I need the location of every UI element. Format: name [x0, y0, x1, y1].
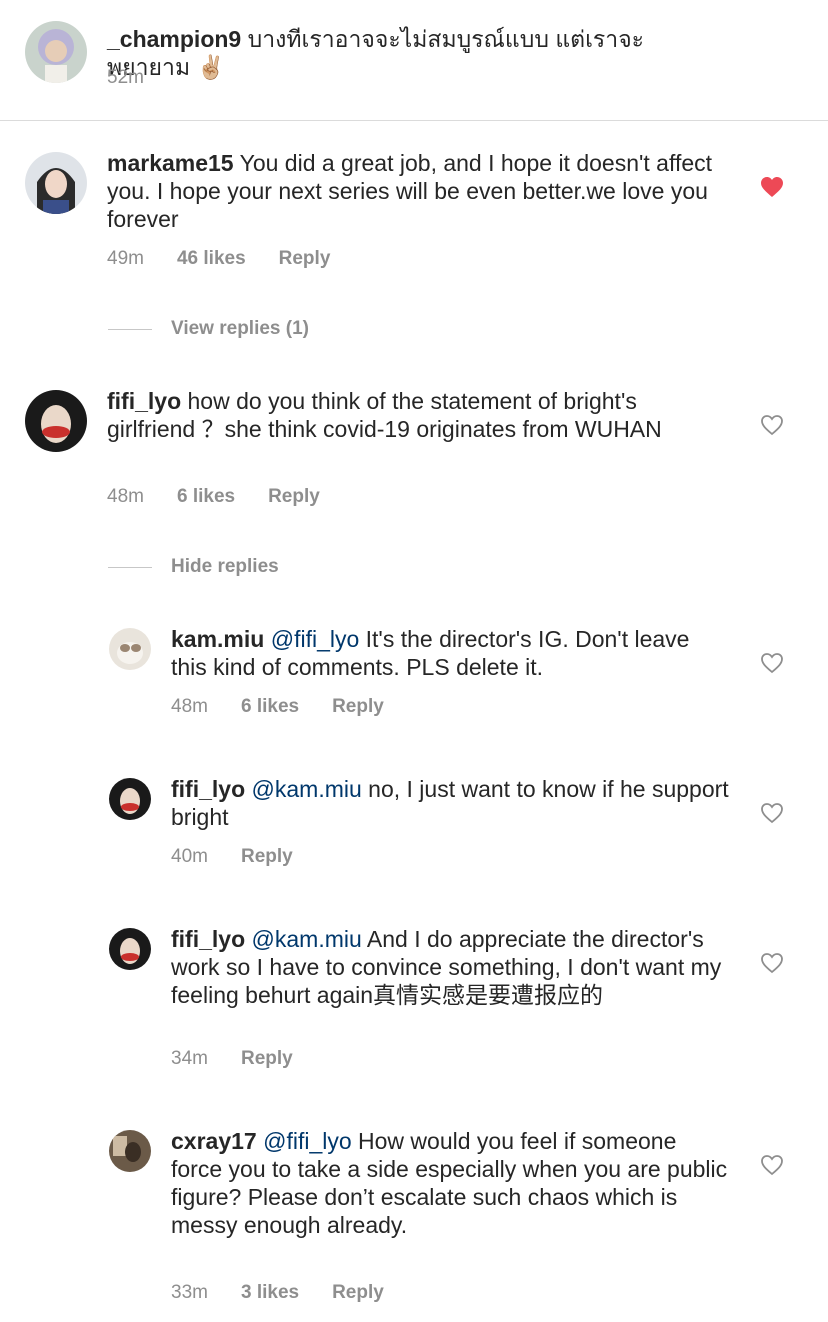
- toggle-label: Hide replies: [171, 556, 279, 577]
- reply-button[interactable]: Reply: [332, 1282, 384, 1304]
- avatar-fifi-lyo[interactable]: [109, 778, 151, 820]
- username[interactable]: fifi_lyo: [171, 776, 245, 802]
- timestamp: 48m: [171, 696, 208, 717]
- toggle-label: View replies (1): [171, 318, 309, 339]
- heart-outline-icon[interactable]: [760, 414, 784, 436]
- username[interactable]: markame15: [107, 150, 234, 176]
- reply-button[interactable]: Reply: [279, 248, 331, 270]
- hide-replies-toggle[interactable]: Hide replies: [108, 556, 279, 578]
- avatar-kam-miu[interactable]: [109, 628, 151, 670]
- mention-link[interactable]: @kam.miu: [252, 926, 362, 952]
- mention-link[interactable]: @fifi_lyo: [271, 626, 360, 652]
- avatar-fifi-lyo[interactable]: [109, 928, 151, 970]
- username[interactable]: kam.miu: [171, 626, 264, 652]
- username[interactable]: fifi_lyo: [171, 926, 245, 952]
- view-replies-toggle[interactable]: View replies (1): [108, 318, 309, 340]
- comment-meta: 48m 6 likes Reply: [107, 486, 320, 508]
- heart-filled-icon[interactable]: [760, 176, 784, 198]
- avatar-markame15[interactable]: [25, 152, 87, 214]
- comment-meta: 40m Reply: [171, 846, 293, 868]
- heart-outline-icon[interactable]: [760, 802, 784, 824]
- reply-button[interactable]: Reply: [268, 486, 320, 508]
- divider-line: [108, 566, 152, 568]
- avatar-champion9[interactable]: [25, 21, 87, 83]
- comment-meta: 33m 3 likes Reply: [171, 1282, 384, 1304]
- timestamp: 49m: [107, 248, 144, 269]
- comment-meta: 34m Reply: [171, 1048, 293, 1070]
- divider-line: [108, 328, 152, 330]
- comment-meta: 49m 46 likes Reply: [107, 248, 330, 270]
- likes-count[interactable]: 46 likes: [177, 248, 246, 270]
- timestamp: 52m: [107, 67, 144, 88]
- reply-button[interactable]: Reply: [332, 696, 384, 718]
- likes-count[interactable]: 6 likes: [241, 696, 299, 718]
- divider: [0, 120, 828, 121]
- username[interactable]: cxray17: [171, 1128, 257, 1154]
- comment-meta: 48m 6 likes Reply: [171, 696, 384, 718]
- reply-button[interactable]: Reply: [241, 846, 293, 868]
- reply-button[interactable]: Reply: [241, 1048, 293, 1070]
- caption-meta: 52m: [107, 67, 144, 89]
- heart-outline-icon[interactable]: [760, 1154, 784, 1176]
- avatar-fifi-lyo[interactable]: [25, 390, 87, 452]
- timestamp: 40m: [171, 846, 208, 867]
- likes-count[interactable]: 3 likes: [241, 1282, 299, 1304]
- username[interactable]: _champion9: [107, 26, 241, 52]
- mention-link[interactable]: @kam.miu: [252, 776, 362, 802]
- likes-count[interactable]: 6 likes: [177, 486, 235, 508]
- timestamp: 33m: [171, 1282, 208, 1303]
- mention-link[interactable]: @fifi_lyo: [263, 1128, 352, 1154]
- avatar-cxray17[interactable]: [109, 1130, 151, 1172]
- username[interactable]: fifi_lyo: [107, 388, 181, 414]
- timestamp: 48m: [107, 486, 144, 507]
- comment-text: how do you think of the statement of bri…: [107, 388, 662, 442]
- heart-outline-icon[interactable]: [760, 652, 784, 674]
- timestamp: 34m: [171, 1048, 208, 1069]
- heart-outline-icon[interactable]: [760, 952, 784, 974]
